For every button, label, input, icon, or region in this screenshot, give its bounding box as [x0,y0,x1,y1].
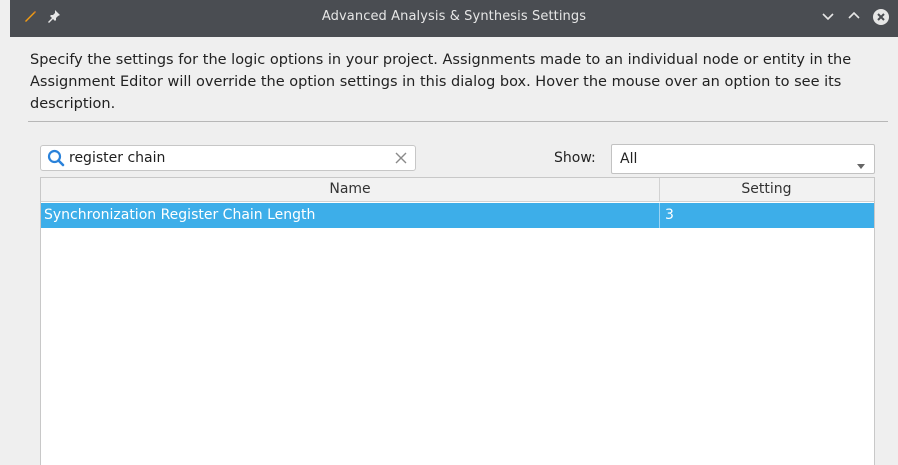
minimize-icon[interactable] [820,8,836,24]
table-row[interactable]: Synchronization Register Chain Length 3 [41,203,874,228]
row-setting-cell[interactable]: 3 [665,207,674,223]
title-bar-right-controls [820,8,889,25]
clear-icon[interactable] [393,150,409,166]
column-header-setting[interactable]: Setting [659,181,874,197]
close-icon[interactable] [872,8,889,25]
show-dropdown[interactable]: All [611,144,875,174]
dialog-window: Advanced Analysis & Synthesis Settings S… [0,0,898,465]
search-input[interactable] [69,149,389,167]
options-table: Name Setting Synchronization Register Ch… [40,177,875,465]
column-header-name[interactable]: Name [41,181,659,197]
table-header: Name Setting [41,178,874,202]
show-label: Show: [554,150,596,166]
row-name-cell[interactable]: Synchronization Register Chain Length [44,207,315,223]
search-icon [47,149,65,167]
title-bar[interactable]: Advanced Analysis & Synthesis Settings [10,0,898,37]
show-dropdown-value: All [620,151,638,167]
maximize-icon[interactable] [846,8,862,24]
row-divider [659,203,660,228]
separator [28,121,888,122]
search-field[interactable] [40,145,416,171]
dropdown-arrow-icon [856,156,866,169]
description-text: Specify the settings for the logic optio… [30,52,852,112]
dialog-content: Specify the settings for the logic optio… [10,37,898,465]
window-title: Advanced Analysis & Synthesis Settings [321,9,587,24]
